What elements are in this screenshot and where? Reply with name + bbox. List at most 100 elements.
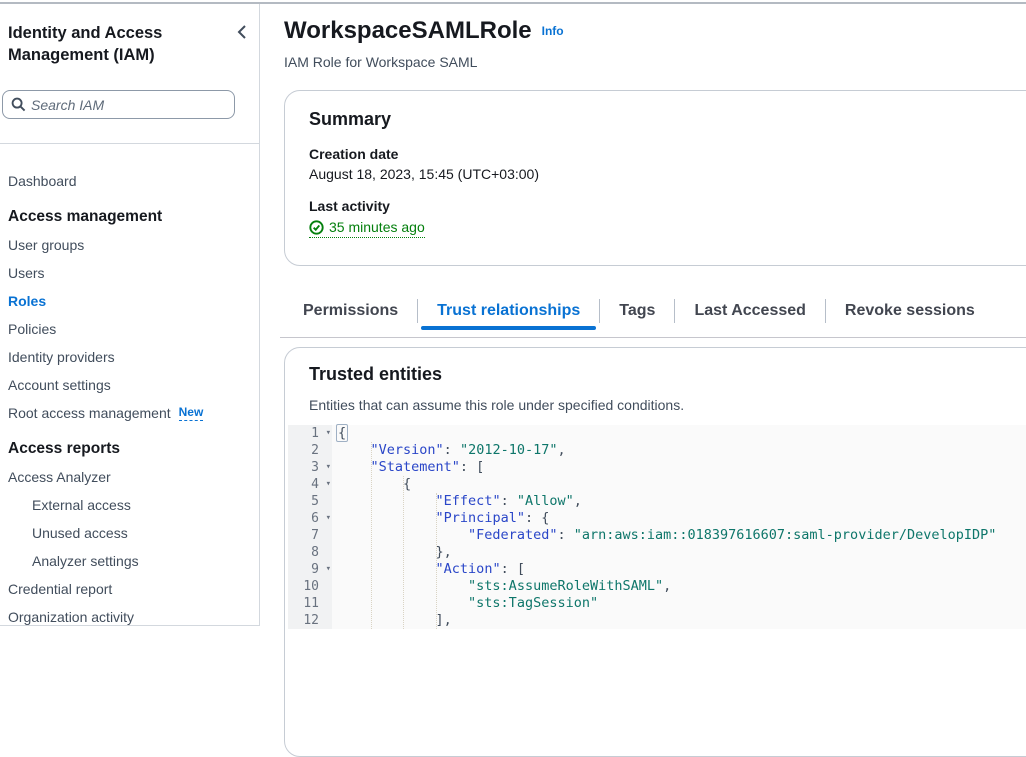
indent-guide bbox=[403, 476, 404, 629]
sidebar-item-analyzer-settings[interactable]: Analyzer settings bbox=[0, 547, 259, 575]
sidebar-item-root-access-management[interactable]: Root access management New bbox=[0, 399, 259, 427]
tab-bar-divider bbox=[280, 337, 1026, 338]
sidebar-item-access-analyzer[interactable]: Access Analyzer bbox=[0, 463, 259, 491]
code-line-4: 4▾ { bbox=[288, 476, 1026, 493]
sidebar-item-organization-activity[interactable]: Organization activity bbox=[0, 603, 259, 631]
sidebar-item-label: Access reports bbox=[8, 440, 120, 458]
policy-code-editor[interactable]: 1▾{2 "Version": "2012-10-17",3▾ "Stateme… bbox=[288, 425, 1026, 629]
line-number: 1▾ bbox=[288, 425, 332, 442]
code-line-2: 2 "Version": "2012-10-17", bbox=[288, 442, 1026, 459]
line-number: 11 bbox=[288, 595, 332, 612]
line-number: 6▾ bbox=[288, 510, 332, 527]
sidebar-item-label: Unused access bbox=[32, 525, 128, 541]
fold-arrow-icon[interactable]: ▾ bbox=[326, 561, 331, 578]
sidebar-item-label: Access management bbox=[8, 208, 162, 226]
code-line-11: 11 "sts:TagSession" bbox=[288, 595, 1026, 612]
last-activity-text: 35 minutes ago bbox=[329, 219, 425, 235]
sidebar-item-label: User groups bbox=[8, 237, 84, 253]
tab-label: Last Accessed bbox=[694, 302, 805, 320]
check-circle-icon bbox=[309, 220, 324, 235]
line-number: 8 bbox=[288, 544, 332, 561]
sidebar-item-users[interactable]: Users bbox=[0, 259, 259, 287]
line-number: 5 bbox=[288, 493, 332, 510]
sidebar-item-identity-providers[interactable]: Identity providers bbox=[0, 343, 259, 371]
sidebar-nav: Dashboard Access management User groups Use… bbox=[0, 167, 259, 631]
sidebar-item-label: Credential report bbox=[8, 581, 112, 597]
line-number: 4▾ bbox=[288, 476, 332, 493]
trusted-entities-heading: Trusted entities bbox=[309, 364, 1026, 385]
sidebar-item-account-settings[interactable]: Account settings bbox=[0, 371, 259, 399]
line-number: 2 bbox=[288, 442, 332, 459]
new-badge[interactable]: New bbox=[179, 405, 204, 421]
sidebar-header: Identity and Access Management (IAM) bbox=[8, 22, 251, 66]
line-number: 10 bbox=[288, 578, 332, 595]
code-text: { bbox=[332, 425, 1026, 442]
tab-permissions[interactable]: Permissions bbox=[284, 293, 417, 329]
tab-label: Permissions bbox=[303, 302, 398, 320]
sidebar-item-user-groups[interactable]: User groups bbox=[0, 231, 259, 259]
fold-arrow-icon[interactable]: ▾ bbox=[326, 459, 331, 476]
tab-label: Revoke sessions bbox=[845, 302, 975, 320]
line-number: 12 bbox=[288, 612, 332, 629]
code-line-10: 10 "sts:AssumeRoleWithSAML", bbox=[288, 578, 1026, 595]
role-name: WorkspaceSAMLRole bbox=[284, 17, 532, 44]
code-line-7: 7 "Federated": "arn:aws:iam::01839761660… bbox=[288, 527, 1026, 544]
sidebar-item-external-access[interactable]: External access bbox=[0, 491, 259, 519]
matching-bracket-highlight: { bbox=[336, 424, 348, 442]
search-box[interactable] bbox=[2, 90, 235, 119]
tab-trust-relationships[interactable]: Trust relationships bbox=[418, 293, 599, 329]
line-number: 7 bbox=[288, 527, 332, 544]
sidebar-item-label: Dashboard bbox=[8, 173, 77, 189]
line-number: 3▾ bbox=[288, 459, 332, 476]
tab-label: Trust relationships bbox=[437, 302, 580, 320]
sidebar-item-label: Analyzer settings bbox=[32, 553, 139, 569]
summary-card: Summary Creation date August 18, 2023, 1… bbox=[284, 90, 1026, 266]
sidebar-item-label: Roles bbox=[8, 293, 46, 309]
sidebar-item-label: Users bbox=[8, 265, 45, 281]
code-line-3: 3▾ "Statement": [ bbox=[288, 459, 1026, 476]
active-tab-indicator bbox=[421, 326, 596, 330]
sidebar-item-roles[interactable]: Roles bbox=[0, 287, 259, 315]
sidebar-item-dashboard[interactable]: Dashboard bbox=[0, 167, 259, 195]
code-text: "Version": "2012-10-17", bbox=[332, 442, 1026, 459]
line-number: 9▾ bbox=[288, 561, 332, 578]
sidebar-item-policies[interactable]: Policies bbox=[0, 315, 259, 343]
fold-arrow-icon[interactable]: ▾ bbox=[326, 510, 331, 527]
search-input[interactable] bbox=[31, 97, 234, 113]
tab-tags[interactable]: Tags bbox=[600, 293, 674, 329]
tab-last-accessed[interactable]: Last Accessed bbox=[675, 293, 824, 329]
search-icon bbox=[11, 97, 26, 112]
sidebar: Identity and Access Management (IAM) Das… bbox=[0, 4, 260, 626]
code-text: "Statement": [ bbox=[332, 459, 1026, 476]
code-line-8: 8 }, bbox=[288, 544, 1026, 561]
sidebar-item-label: Identity providers bbox=[8, 349, 115, 365]
sidebar-item-label: Account settings bbox=[8, 377, 111, 393]
fold-arrow-icon[interactable]: ▾ bbox=[326, 425, 331, 442]
sidebar-heading-access-management: Access management bbox=[0, 203, 259, 231]
sidebar-collapse-button[interactable] bbox=[233, 22, 251, 44]
sidebar-item-unused-access[interactable]: Unused access bbox=[0, 519, 259, 547]
last-activity-label: Last activity bbox=[309, 198, 1026, 214]
summary-heading: Summary bbox=[309, 109, 1026, 130]
info-link[interactable]: Info bbox=[542, 24, 564, 38]
trusted-entities-card: Trusted entities Entities that can assum… bbox=[284, 347, 1026, 757]
sidebar-title: Identity and Access Management (IAM) bbox=[8, 22, 204, 66]
creation-date-label: Creation date bbox=[309, 146, 1026, 162]
code-line-5: 5 "Effect": "Allow", bbox=[288, 493, 1026, 510]
sidebar-item-label: External access bbox=[32, 497, 131, 513]
page-title: WorkspaceSAMLRole Info bbox=[284, 17, 564, 45]
creation-date-value: August 18, 2023, 15:45 (UTC+03:00) bbox=[309, 166, 1026, 182]
page-subtitle: IAM Role for Workspace SAML bbox=[284, 54, 477, 70]
fold-arrow-icon[interactable]: ▾ bbox=[326, 476, 331, 493]
tab-revoke-sessions[interactable]: Revoke sessions bbox=[826, 293, 994, 329]
sidebar-item-label: Organization activity bbox=[8, 609, 134, 625]
sidebar-heading-access-reports: Access reports bbox=[0, 435, 259, 463]
tab-label: Tags bbox=[619, 302, 655, 320]
last-activity-value[interactable]: 35 minutes ago bbox=[309, 219, 425, 238]
tab-bar: Permissions Trust relationships Tags Last A… bbox=[284, 293, 1026, 329]
sidebar-item-label: Access Analyzer bbox=[8, 469, 111, 485]
code-line-6: 6▾ "Principal": { bbox=[288, 510, 1026, 527]
code-line-1: 1▾{ bbox=[288, 425, 1026, 442]
sidebar-item-credential-report[interactable]: Credential report bbox=[0, 575, 259, 603]
sidebar-item-label: Root access management bbox=[8, 405, 171, 421]
